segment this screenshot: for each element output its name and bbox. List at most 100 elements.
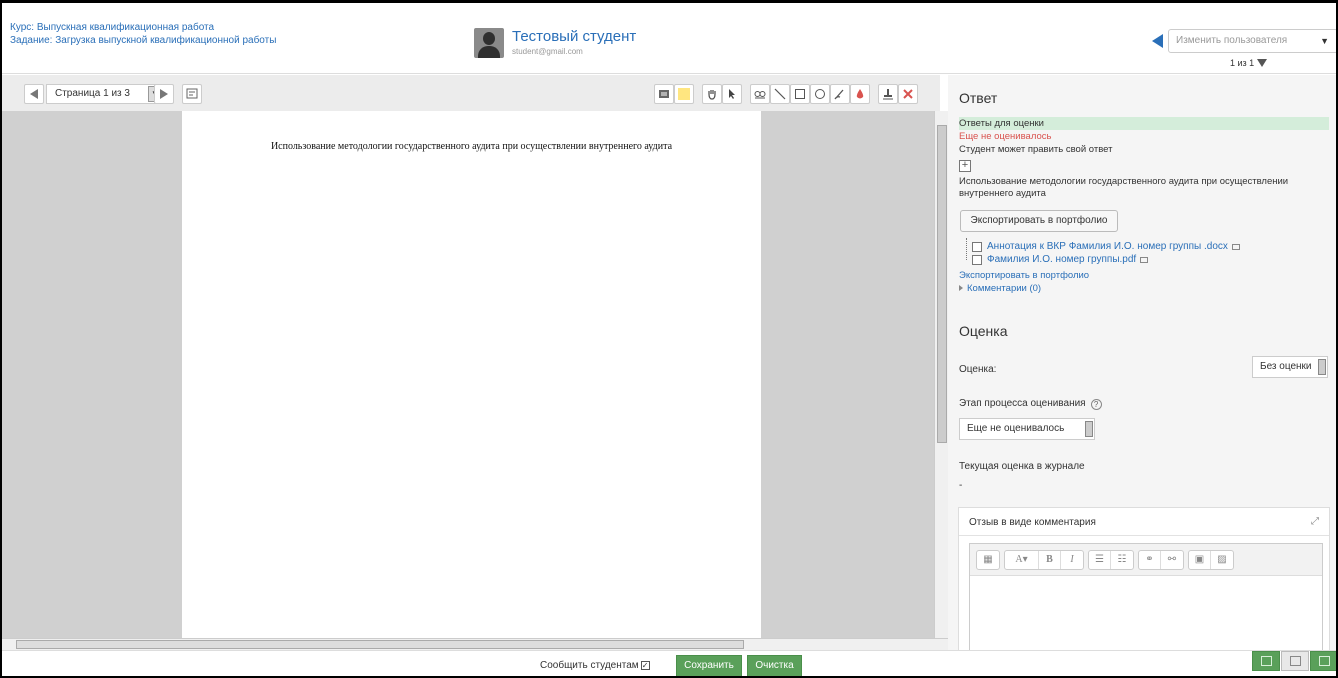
image-icon[interactable]: ▨ — [1211, 551, 1233, 569]
numbered-list-icon[interactable]: ☷ — [1111, 551, 1133, 569]
editor-group: ☰ ☷ — [1088, 550, 1134, 570]
hand-icon — [708, 90, 716, 100]
comments-label: Комментарии (0) — [967, 283, 1042, 294]
submissions-status: Ответы для оценки — [959, 117, 1329, 130]
edit-permission-status: Студент может править свой ответ — [959, 144, 1113, 155]
line-icon — [774, 88, 786, 100]
comment-tool-button[interactable] — [654, 84, 674, 104]
help-icon[interactable]: ? — [1090, 399, 1102, 410]
grade-section-title: Оценка — [959, 323, 1008, 339]
submission-text: Использование методологии государственно… — [959, 176, 1289, 199]
fullscreen-icon[interactable]: ⤢ — [1311, 516, 1319, 527]
highlighter-tool-button[interactable] — [850, 84, 870, 104]
line-tool-button[interactable] — [770, 84, 790, 104]
document-heading: Использование методологии государственно… — [270, 141, 673, 152]
bold-icon[interactable]: B — [1039, 551, 1061, 569]
layout-switcher — [1252, 651, 1336, 671]
italic-icon[interactable]: I — [1061, 551, 1083, 569]
select-tool-button[interactable] — [722, 84, 742, 104]
expand-arrow-icon — [959, 285, 963, 291]
document-icon — [972, 241, 982, 252]
glasses-icon — [754, 91, 766, 99]
toolbar-toggle-icon[interactable]: ▦ — [977, 551, 999, 569]
answer-section-title: Ответ — [959, 90, 998, 106]
feedback-editor[interactable]: ▦ A▾ B I ☰ ☷ ⚭ ⚯ ▣ ▨ — [969, 543, 1323, 651]
assignment-link[interactable]: Задание: Загрузка выпускной квалификацио… — [10, 34, 276, 47]
grade-select[interactable]: Без оценки — [1252, 356, 1328, 378]
pen-icon — [834, 89, 844, 100]
media-icon[interactable]: ▣ — [1189, 551, 1211, 569]
horizontal-scrollbar[interactable] — [2, 638, 948, 650]
stamp-button[interactable] — [878, 84, 898, 104]
unlink-icon[interactable]: ⚯ — [1161, 551, 1183, 569]
bullet-list-icon[interactable]: ☰ — [1089, 551, 1111, 569]
page-select[interactable]: Страница 1 из 3 ▼ — [46, 84, 164, 104]
notify-students: Сообщить студентам ✓ — [540, 660, 650, 671]
export-portfolio-link[interactable]: Экспортировать в портфолио — [959, 270, 1089, 282]
arrow-right-icon — [160, 89, 168, 99]
next-page-button[interactable] — [154, 84, 174, 104]
layout-right-icon — [1318, 656, 1330, 666]
avatar — [474, 28, 504, 58]
pen-tool-button[interactable] — [830, 84, 850, 104]
user-navigation: Изменить пользователя ▼ — [1152, 29, 1336, 53]
scrollbar-thumb[interactable] — [937, 125, 947, 443]
comment-icon — [659, 90, 669, 98]
search-comments-button[interactable] — [182, 84, 202, 104]
layout-default-button[interactable] — [1281, 651, 1309, 671]
layout-collapse-grade-button[interactable] — [1310, 651, 1336, 671]
oval-tool-button[interactable] — [810, 84, 830, 104]
feedback-comments-box: Отзыв в виде комментария ⤢ ▦ A▾ B I ☰ ☷ ⚭ ⚯ … — [958, 507, 1330, 651]
chevron-down-icon — [1318, 359, 1326, 375]
grading-panel: Ответ Ответы для оценки Еще не оценивало… — [948, 75, 1336, 651]
layout-split-icon — [1289, 656, 1301, 666]
comments-toggle[interactable]: Комментарии (0) — [959, 283, 1041, 295]
student-name-link[interactable]: Тестовый студент — [512, 28, 636, 45]
delete-annotation-button[interactable] — [898, 84, 918, 104]
grade-select-value: Без оценки — [1260, 361, 1312, 372]
close-icon — [903, 89, 913, 99]
stamp-icon — [883, 89, 893, 100]
pdf-icon — [972, 254, 982, 265]
link-icon[interactable]: ⚭ — [1139, 551, 1161, 569]
notify-students-checkbox[interactable]: ✓ — [640, 661, 650, 670]
rectangle-tool-button[interactable] — [790, 84, 810, 104]
pan-tool-button[interactable] — [702, 84, 722, 104]
student-email: student@gmail.com — [512, 47, 583, 56]
yellow-swatch-icon — [678, 88, 690, 100]
workflow-stage-select[interactable]: Еще не оценивалось — [959, 418, 1095, 440]
expand-plus-icon[interactable]: + — [959, 160, 971, 172]
course-link[interactable]: Курс: Выпускная квалификационная работа — [10, 21, 276, 34]
document-viewer[interactable]: Использование методологии государственно… — [2, 111, 934, 638]
color-picker-button[interactable] — [674, 84, 694, 104]
portfolio-export-icon[interactable] — [1140, 256, 1149, 263]
layout-collapse-review-button[interactable] — [1252, 651, 1280, 671]
change-user-select[interactable]: Изменить пользователя ▼ — [1168, 29, 1336, 53]
notify-students-label: Сообщить студентам — [540, 660, 639, 671]
feedback-title: Отзыв в виде комментария — [969, 517, 1096, 528]
page-select-value: Страница 1 из 3 — [55, 88, 130, 99]
font-style-icon[interactable]: A▾ — [1005, 551, 1039, 569]
previous-user-icon[interactable] — [1152, 34, 1163, 48]
drop-icon — [856, 89, 864, 99]
current-grade-label: Текущая оценка в журнале — [959, 461, 1085, 472]
stamp-tool-button[interactable] — [750, 84, 770, 104]
workflow-stage-value: Еще не оценивалось — [967, 423, 1065, 434]
search-comments-icon — [186, 88, 198, 99]
editor-group: ▣ ▨ — [1188, 550, 1234, 570]
portfolio-export-icon[interactable] — [1231, 243, 1240, 250]
change-user-placeholder: Изменить пользователя — [1176, 35, 1288, 46]
document-page[interactable]: Использование методологии государственно… — [182, 111, 761, 638]
scrollbar-thumb[interactable] — [16, 640, 744, 649]
grading-window: Курс: Выпускная квалификационная работа … — [0, 0, 1338, 678]
feedback-header: Отзыв в виде комментария ⤢ — [959, 508, 1329, 536]
file-link[interactable]: Фамилия И.О. номер группы.pdf — [987, 254, 1136, 265]
vertical-scrollbar[interactable] — [934, 111, 948, 648]
save-button[interactable]: Сохранить — [676, 655, 742, 676]
export-portfolio-button[interactable]: Экспортировать в портфолио — [960, 210, 1118, 232]
file-link[interactable]: Аннотация к ВКР Фамилия И.О. номер групп… — [987, 241, 1228, 252]
previous-page-button[interactable] — [24, 84, 44, 104]
reset-button[interactable]: Очистка — [747, 655, 802, 676]
filter-icon[interactable] — [1257, 59, 1268, 67]
grading-status: Еще не оценивалось — [959, 131, 1052, 142]
